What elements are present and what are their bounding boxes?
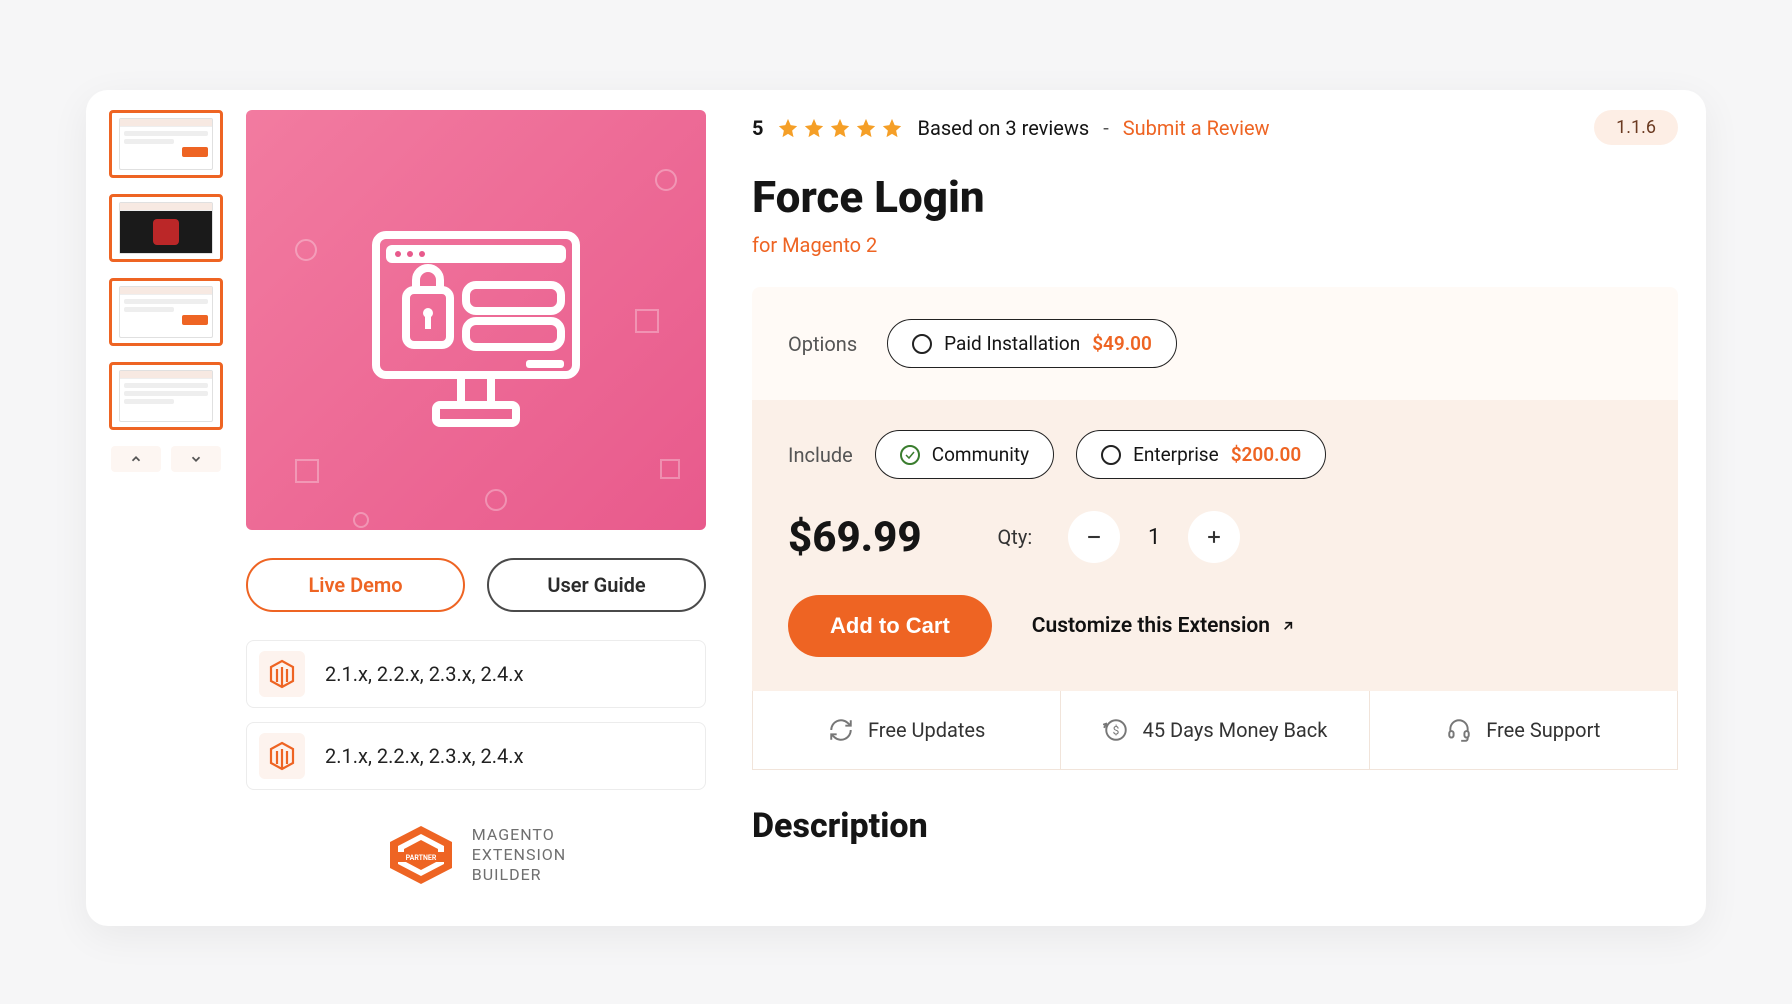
magento-icon — [259, 651, 305, 697]
benefit-money-back: $ 45 Days Money Back — [1061, 691, 1369, 769]
qty-decrease-button[interactable] — [1068, 511, 1120, 563]
radio-icon — [1101, 445, 1121, 465]
edition-label: Community — [932, 443, 1029, 466]
compat-item: 2.1.x, 2.2.x, 2.3.x, 2.4.x — [246, 640, 706, 708]
arrow-up-right-icon — [1280, 618, 1296, 634]
action-row: Live Demo User Guide — [246, 558, 706, 612]
star-rating — [777, 117, 903, 139]
price-row: $69.99 Qty: 1 — [788, 511, 1642, 563]
edition-price: $200.00 — [1231, 443, 1302, 466]
partner-hex-icon: PARTNER — [386, 824, 456, 886]
qty-label: Qty: — [998, 525, 1033, 549]
svg-text:PARTNER: PARTNER — [405, 854, 436, 862]
benefit-label: 45 Days Money Back — [1143, 718, 1328, 742]
thumbnail-2[interactable] — [109, 194, 223, 262]
options-label: Options — [788, 332, 857, 356]
thumb-prev-button[interactable] — [111, 446, 161, 472]
edition-label: Enterprise — [1133, 443, 1219, 466]
benefit-support: Free Support — [1370, 691, 1677, 769]
option-price: $49.00 — [1092, 332, 1152, 355]
product-subtitle: for Magento 2 — [752, 233, 1678, 257]
user-guide-button[interactable]: User Guide — [487, 558, 706, 612]
headset-icon — [1446, 717, 1472, 743]
quantity-stepper: 1 — [1068, 511, 1240, 563]
radio-icon — [912, 334, 932, 354]
include-row: Include Community Enterprise $200.00 — [788, 430, 1642, 479]
submit-review-link[interactable]: Submit a Review — [1123, 116, 1270, 140]
review-summary: 5 Based on 3 reviews - Submit a Review 1… — [752, 110, 1678, 145]
compat-text: 2.1.x, 2.2.x, 2.3.x, 2.4.x — [325, 744, 524, 768]
thumbnail-3[interactable] — [109, 278, 223, 346]
lock-monitor-icon — [366, 205, 586, 435]
chevron-up-icon — [129, 452, 143, 466]
thumbnail-nav — [111, 446, 221, 472]
customize-label: Customize this Extension — [1032, 614, 1270, 638]
version-badge: 1.1.6 — [1594, 110, 1678, 145]
options-box: Options Paid Installation $49.00 — [752, 287, 1678, 400]
minus-icon — [1084, 527, 1104, 547]
star-icon — [803, 117, 825, 139]
partner-badge: PARTNER MAGENTO EXTENSION BUILDER — [246, 818, 706, 886]
add-to-cart-button[interactable]: Add to Cart — [788, 595, 992, 657]
money-back-icon: $ — [1103, 717, 1129, 743]
check-icon — [900, 445, 920, 465]
star-icon — [829, 117, 851, 139]
benefit-updates: Free Updates — [753, 691, 1061, 769]
hero-image[interactable] — [246, 110, 706, 530]
compatibility-list: 2.1.x, 2.2.x, 2.3.x, 2.4.x 2.1.x, 2.2.x,… — [246, 640, 706, 790]
benefits-row: Free Updates $ 45 Days Money Back Free S… — [752, 691, 1678, 770]
chevron-down-icon — [189, 452, 203, 466]
plus-icon — [1204, 527, 1224, 547]
refresh-icon — [828, 717, 854, 743]
compat-text: 2.1.x, 2.2.x, 2.3.x, 2.4.x — [325, 662, 524, 686]
review-count: Based on 3 reviews — [917, 116, 1089, 140]
benefit-label: Free Updates — [868, 718, 985, 742]
separator: - — [1103, 116, 1109, 140]
benefit-label: Free Support — [1486, 718, 1600, 742]
thumbnail-4[interactable] — [109, 362, 223, 430]
customize-link[interactable]: Customize this Extension — [1032, 614, 1296, 638]
product-price: $69.99 — [788, 513, 922, 562]
thumbnail-1[interactable] — [109, 110, 223, 178]
thumb-next-button[interactable] — [171, 446, 221, 472]
option-paid-installation[interactable]: Paid Installation $49.00 — [887, 319, 1177, 368]
review-score: 5 — [752, 116, 763, 140]
main-column: 5 Based on 3 reviews - Submit a Review 1… — [726, 110, 1678, 886]
qty-value: 1 — [1144, 525, 1164, 550]
description-heading: Description — [752, 806, 1678, 846]
product-title: Force Login — [752, 171, 1678, 223]
thumbnail-column — [106, 110, 226, 886]
svg-text:$: $ — [1112, 723, 1119, 737]
live-demo-button[interactable]: Live Demo — [246, 558, 465, 612]
option-label: Paid Installation — [944, 332, 1080, 355]
partner-label: MAGENTO EXTENSION BUILDER — [472, 825, 566, 885]
star-icon — [777, 117, 799, 139]
product-card: Live Demo User Guide 2.1.x, 2.2.x, 2.3.x… — [86, 90, 1706, 926]
edition-enterprise[interactable]: Enterprise $200.00 — [1076, 430, 1326, 479]
include-label: Include — [788, 443, 853, 467]
qty-increase-button[interactable] — [1188, 511, 1240, 563]
magento-icon — [259, 733, 305, 779]
include-box: Include Community Enterprise $200.00 $69… — [752, 400, 1678, 691]
edition-community[interactable]: Community — [875, 430, 1054, 479]
gallery-column: Live Demo User Guide 2.1.x, 2.2.x, 2.3.x… — [246, 110, 706, 886]
cart-row: Add to Cart Customize this Extension — [788, 595, 1642, 657]
compat-item: 2.1.x, 2.2.x, 2.3.x, 2.4.x — [246, 722, 706, 790]
star-icon — [855, 117, 877, 139]
star-icon — [881, 117, 903, 139]
